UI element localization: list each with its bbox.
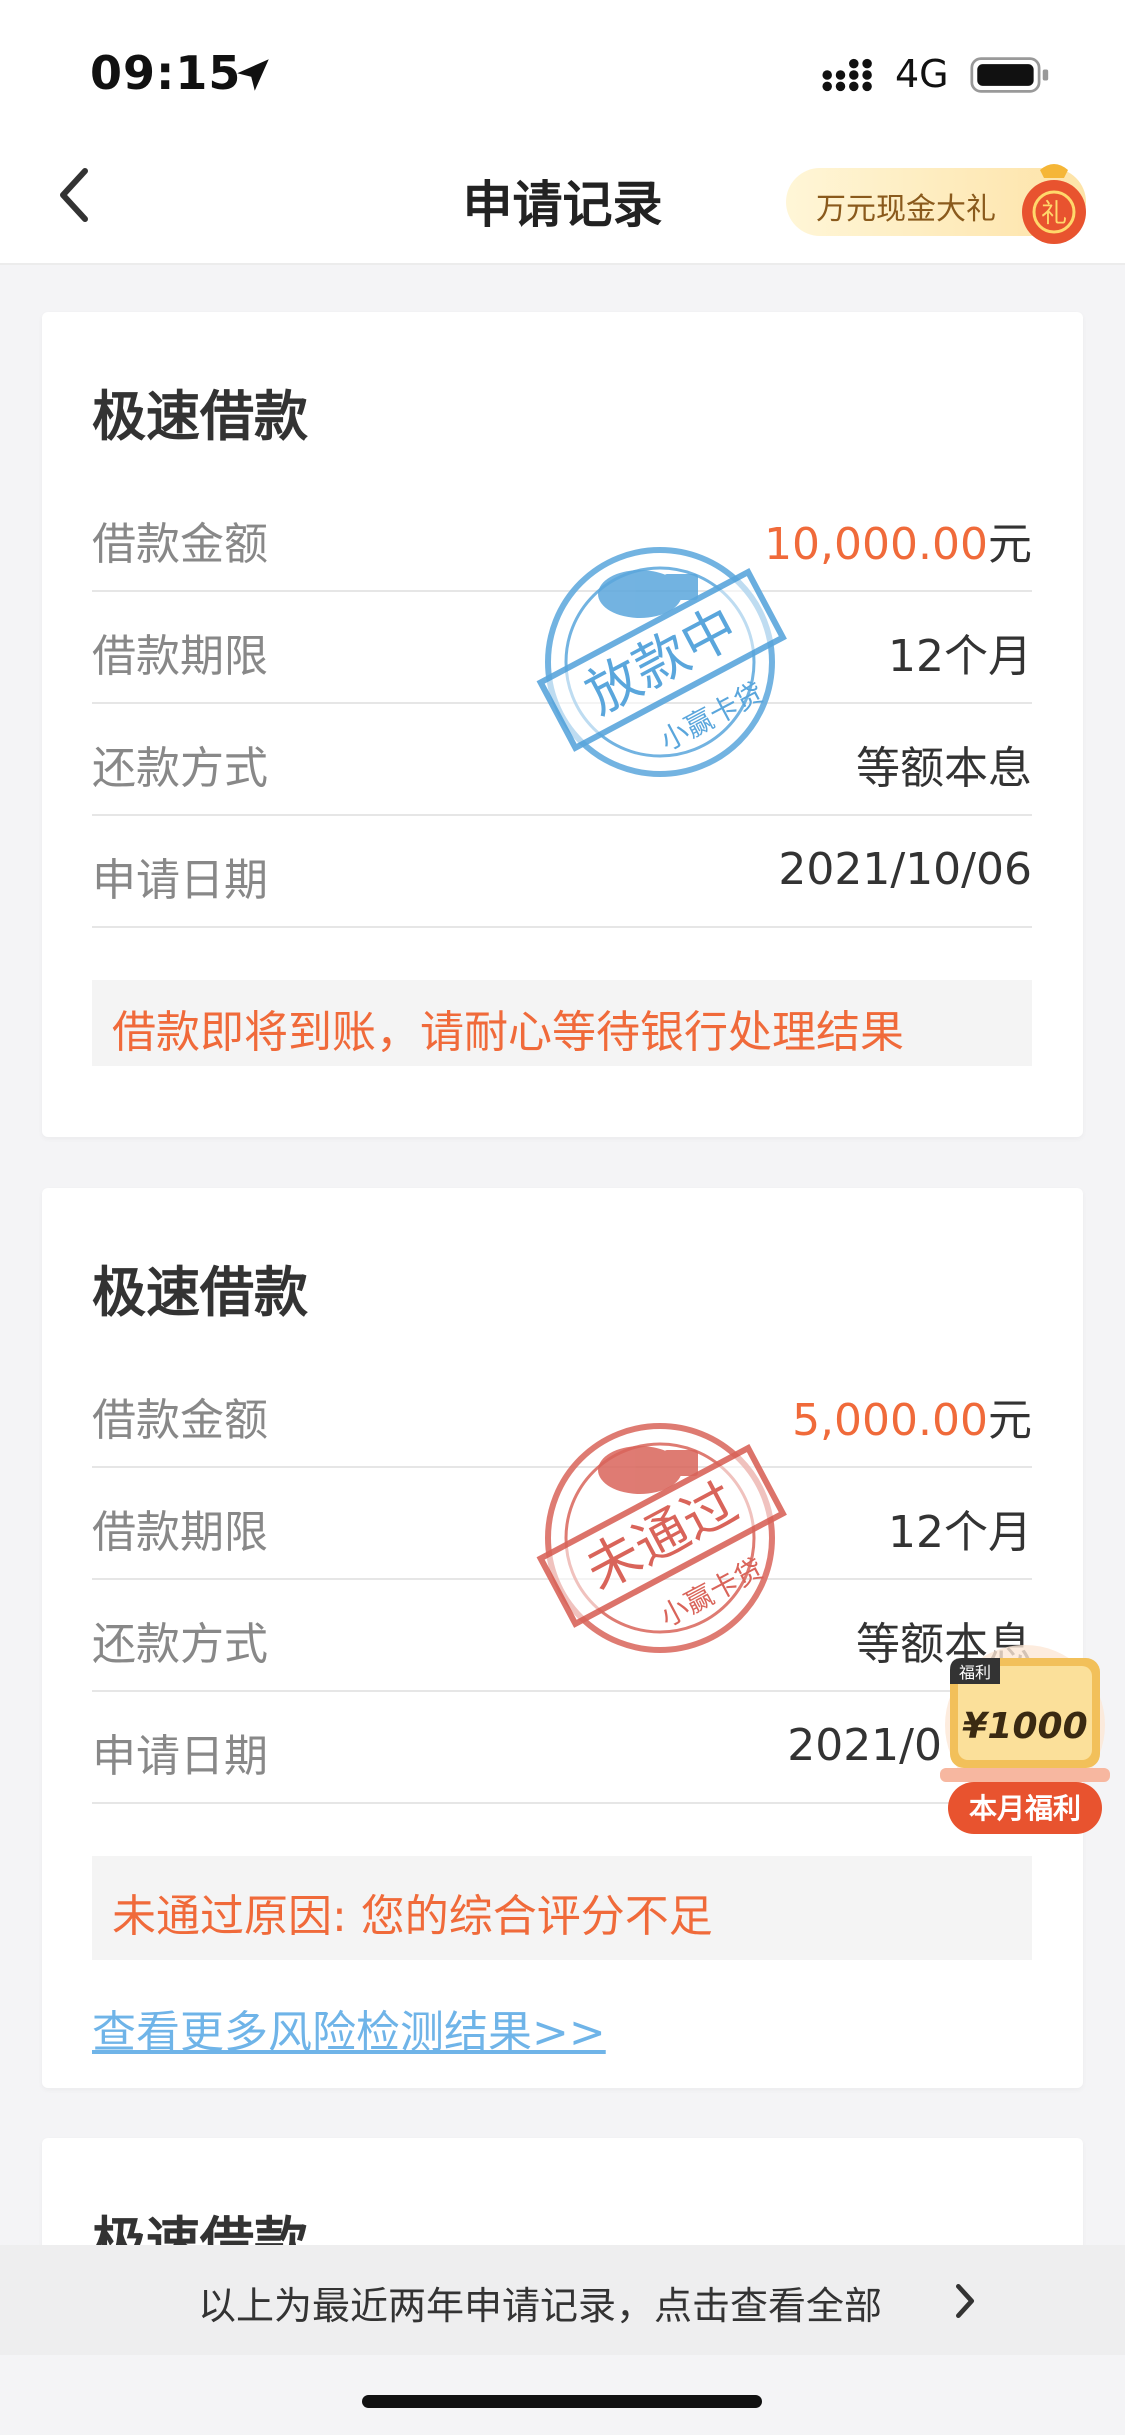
network-type: 4G [895, 52, 949, 96]
location-arrow-icon [237, 59, 269, 91]
row-value: 2021/0 [787, 1720, 942, 1771]
status-note-text: 借款即将到账，请耐心等待银行处理结果 [112, 1007, 904, 1058]
row-value: 等额本息 [856, 743, 1032, 794]
status-time: 09:15 [90, 46, 242, 100]
gift-bag-char: 礼 [1041, 199, 1067, 229]
loan-term-row: 借款期限 12个月 [92, 1468, 1032, 1580]
header: 09:15 4G 申请记录 万元现金大礼 礼 [0, 0, 1125, 265]
application-date-row: 申请日期 2021/0 [92, 1692, 1032, 1804]
loan-amount-row: 借款金额 5,000.00元 [92, 1356, 1032, 1468]
row-label: 借款金额 [92, 1395, 268, 1446]
loan-term-row: 借款期限 12个月 [92, 592, 1032, 704]
application-date-row: 申请日期 2021/10/06 [92, 816, 1032, 928]
application-card: 极速借款 借款金额 5,000.00元 借款期限 12个月 还款方式 等额本息 … [42, 1188, 1083, 2088]
row-label: 申请日期 [92, 1731, 268, 1782]
row-label: 借款金额 [92, 519, 268, 570]
row-value: 12个月 [888, 1507, 1032, 1558]
row-label: 申请日期 [92, 855, 268, 906]
row-label: 借款期限 [92, 631, 268, 682]
row-label: 借款期限 [92, 1507, 268, 1558]
currency-unit: 元 [988, 519, 1032, 570]
welfare-label: 本月福利 [969, 1792, 1081, 1825]
cash-gift-promo-button[interactable]: 万元现金大礼 礼 [786, 164, 1086, 244]
rejection-reason-text: 未通过原因: 您的综合评分不足 [112, 1891, 713, 1942]
signal-icon [822, 58, 872, 92]
loan-amount-row: 借款金额 10,000.00元 [92, 480, 1032, 592]
row-label: 还款方式 [92, 743, 268, 794]
battery-icon [970, 57, 1049, 93]
risk-results-link[interactable]: 查看更多风险检测结果>> [92, 1996, 606, 2060]
loan-amount-value: 5,000.00 [792, 1395, 988, 1446]
loan-amount-value: 10,000.00 [764, 519, 988, 570]
view-all-records-bar[interactable]: 以上为最近两年申请记录，点击查看全部 [0, 2245, 1125, 2355]
welfare-card-icon: 福利 ¥1000 本月福利 [940, 1645, 1110, 1834]
repayment-method-row: 还款方式 等额本息 [92, 704, 1032, 816]
row-value: 12个月 [888, 631, 1032, 682]
status-note: 借款即将到账，请耐心等待银行处理结果 [92, 980, 1032, 1066]
home-indicator [362, 2395, 762, 2408]
row-value: 2021/10/06 [778, 844, 1032, 895]
currency-unit: 元 [988, 1395, 1032, 1446]
promo-label: 万元现金大礼 [816, 192, 996, 227]
chevron-right-icon [955, 2284, 974, 2318]
row-label: 还款方式 [92, 1619, 268, 1670]
rejection-reason: 未通过原因: 您的综合评分不足 [92, 1856, 1032, 1960]
repayment-method-row: 还款方式 等额本息 [92, 1580, 1032, 1692]
card-title: 极速借款 [92, 1261, 308, 1324]
application-card: 极速借款 借款金额 10,000.00元 借款期限 12个月 还款方式 等额本息… [42, 312, 1083, 1137]
card-title: 极速借款 [92, 385, 308, 448]
view-all-records-text: 以上为最近两年申请记录，点击查看全部 [197, 2284, 882, 2328]
welfare-tag: 福利 [959, 1663, 991, 1682]
welfare-amount: ¥1000 [962, 1706, 1087, 1747]
monthly-welfare-badge[interactable]: 福利 ¥1000 本月福利 [930, 1640, 1120, 1850]
gift-bag-icon: 礼 [1022, 164, 1086, 244]
